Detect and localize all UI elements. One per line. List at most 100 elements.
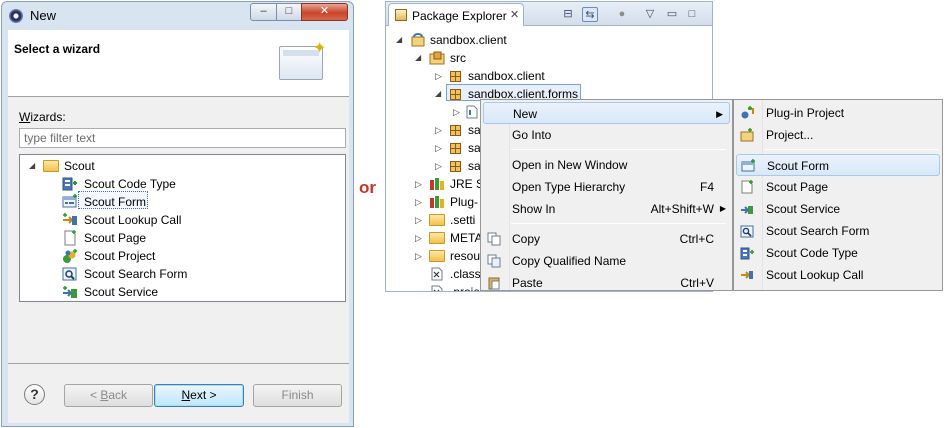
menu-separator — [764, 149, 938, 150]
tree-node-label: sandbox.client — [430, 33, 507, 47]
submenu-item-scout-page[interactable]: Scout Page — [736, 176, 940, 198]
tree-item[interactable]: Scout Lookup Call — [20, 211, 345, 229]
collapsed-toggle-icon[interactable]: ▷ — [435, 67, 445, 85]
expand-toggle-icon[interactable]: ◢ — [415, 49, 425, 67]
paste-icon — [488, 277, 500, 290]
collapsed-toggle-icon[interactable]: ▷ — [415, 193, 425, 211]
submenu-item-project[interactable]: Project... — [736, 124, 940, 146]
package-explorer-icon — [395, 9, 407, 21]
submenu-item-scout-lookup-call[interactable]: Scout Lookup Call — [736, 264, 940, 286]
menu-item-open-type-hierarchy[interactable]: Open Type Hierarchy F4 — [483, 176, 730, 198]
link-with-editor-icon[interactable]: ⇆ — [582, 7, 598, 22]
submenu-item-scout-form[interactable]: Scout Form — [736, 154, 940, 176]
tree-node-file[interactable]: .class — [386, 265, 481, 283]
tree-node-src[interactable]: ◢ src — [386, 49, 706, 67]
tree-node-project[interactable]: ◢ sandbox.client — [386, 31, 706, 49]
tree-item[interactable]: Scout Page — [20, 229, 345, 247]
collapsed-toggle-icon[interactable]: ▷ — [415, 229, 425, 247]
tree-node-jre-library[interactable]: ▷ JRE S — [386, 175, 484, 193]
menu-item-label: Copy — [512, 232, 541, 246]
focus-icon[interactable]: ● — [614, 7, 630, 22]
menu-item-label: New — [513, 107, 538, 121]
back-button[interactable]: < Back — [64, 384, 153, 407]
submenu-item-scout-service[interactable]: Scout Service — [736, 198, 940, 220]
back-button-prefix: < — [89, 388, 101, 402]
tree-item[interactable]: Scout Code Type — [20, 175, 345, 193]
source-folder-icon — [429, 51, 445, 65]
collapsed-toggle-icon[interactable]: ▷ — [435, 121, 445, 139]
maximize-button[interactable]: □ — [276, 3, 302, 21]
tab-package-explorer[interactable]: Package Explorer ✕ — [388, 3, 524, 26]
submenu-item-plugin-project[interactable]: Plug-in Project — [736, 102, 940, 124]
folder-icon — [43, 160, 59, 172]
tree-item[interactable]: Scout Project — [20, 247, 345, 265]
view-tabbar: Package Explorer ✕ ⊟ ⇆ ● ▽ ▭ □ — [386, 2, 712, 26]
new-wizard-dialog: New – □ ✕ Select a wizard ✦ Wizards: ◢ S… — [1, 1, 354, 427]
tab-close-icon[interactable]: ✕ — [510, 8, 519, 21]
menu-item-label: Scout Search Form — [766, 224, 870, 238]
menu-item-new[interactable]: New ▶ — [483, 102, 730, 124]
collapsed-toggle-icon[interactable]: ▷ — [415, 175, 425, 193]
dialog-titlebar[interactable]: New – □ ✕ — [2, 2, 353, 29]
collapse-all-icon[interactable]: ⊟ — [560, 7, 576, 22]
next-button[interactable]: Next > — [154, 384, 244, 407]
xml-file-icon — [431, 267, 443, 281]
tree-node-folder[interactable]: ▷ .setti — [386, 211, 481, 229]
tree-node-label: sandbox.client — [468, 69, 545, 83]
collapsed-toggle-icon[interactable]: ▷ — [453, 103, 463, 121]
tree-node-label: sa — [468, 141, 481, 155]
help-icon[interactable]: ? — [24, 384, 45, 405]
tree-node-file[interactable]: ▷ — [386, 103, 478, 121]
menu-item-accelerator: Ctrl+V — [680, 276, 714, 290]
tree-node-plugin-deps[interactable]: ▷ Plug- — [386, 193, 481, 211]
tree-folder-scout[interactable]: ◢ Scout — [20, 157, 345, 175]
menu-item-go-into[interactable]: Go Into — [483, 124, 730, 146]
collapsed-toggle-icon[interactable]: ▷ — [415, 211, 425, 229]
menu-item-label: Project... — [766, 128, 814, 142]
expand-toggle-icon[interactable]: ◢ — [29, 157, 39, 175]
wizard-header: Select a wizard ✦ — [8, 30, 349, 97]
search-form-icon — [62, 267, 77, 281]
menu-item-copy-qualified-name[interactable]: Copy Qualified Name — [483, 250, 730, 272]
tree-item[interactable]: Scout Search Form — [20, 265, 345, 283]
tree-item[interactable]: Scout Service — [20, 283, 345, 301]
minimize-button[interactable]: – — [250, 3, 277, 21]
finish-button[interactable]: Finish — [253, 384, 342, 407]
submenu-item-scout-search-form[interactable]: Scout Search Form — [736, 220, 940, 242]
submenu-arrow-icon: ▶ — [719, 204, 726, 213]
package-icon — [450, 89, 461, 100]
context-menu: New ▶ Go Into Open in New Window Open Ty… — [480, 99, 733, 291]
tree-item[interactable]: Scout Form — [20, 193, 345, 211]
wizard-tree[interactable]: ◢ Scout Scout Code Type Scout Form Scout… — [19, 154, 346, 302]
collapsed-toggle-icon[interactable]: ▷ — [435, 157, 445, 175]
tree-node-folder[interactable]: ▷ META — [386, 229, 482, 247]
menu-item-paste[interactable]: Paste Ctrl+V — [483, 272, 730, 290]
menu-item-show-in[interactable]: Show In Alt+Shift+W ▶ — [483, 198, 730, 220]
close-button[interactable]: ✕ — [301, 3, 348, 21]
folder-icon — [429, 250, 445, 262]
collapsed-toggle-icon[interactable]: ▷ — [435, 139, 445, 157]
menu-item-open-new-window[interactable]: Open in New Window — [483, 154, 730, 176]
sparkle-icon: ✦ — [313, 40, 327, 57]
tree-node-folder[interactable]: ▷ resou — [386, 247, 481, 265]
view-menu-icon[interactable]: ▽ — [642, 7, 658, 22]
tree-item-label: Scout Form — [84, 195, 147, 209]
tree-node-package[interactable]: ▷ sandbox.client — [386, 67, 706, 85]
tree-node-package[interactable]: ▷ sa — [386, 121, 481, 139]
tree-node-package[interactable]: ▷ sa — [386, 157, 481, 175]
maximize-view-icon[interactable]: □ — [684, 7, 700, 22]
tree-node-file[interactable]: .proje — [386, 283, 481, 291]
expand-toggle-icon[interactable]: ◢ — [435, 85, 445, 103]
tree-node-label: resou — [450, 249, 481, 263]
menu-item-accelerator: Ctrl+C — [679, 232, 714, 246]
copy-qualified-name-icon — [487, 254, 501, 268]
submenu-item-scout-code-type[interactable]: Scout Code Type — [736, 242, 940, 264]
form-icon — [741, 159, 755, 172]
expand-toggle-icon[interactable]: ◢ — [396, 31, 406, 49]
collapsed-toggle-icon[interactable]: ▷ — [415, 247, 425, 265]
minimize-view-icon[interactable]: ▭ — [664, 7, 680, 22]
menu-item-copy[interactable]: Copy Ctrl+C — [483, 228, 730, 250]
filter-input[interactable] — [19, 128, 346, 148]
back-button-rest: ack — [108, 388, 128, 402]
tree-node-package[interactable]: ▷ sa — [386, 139, 481, 157]
